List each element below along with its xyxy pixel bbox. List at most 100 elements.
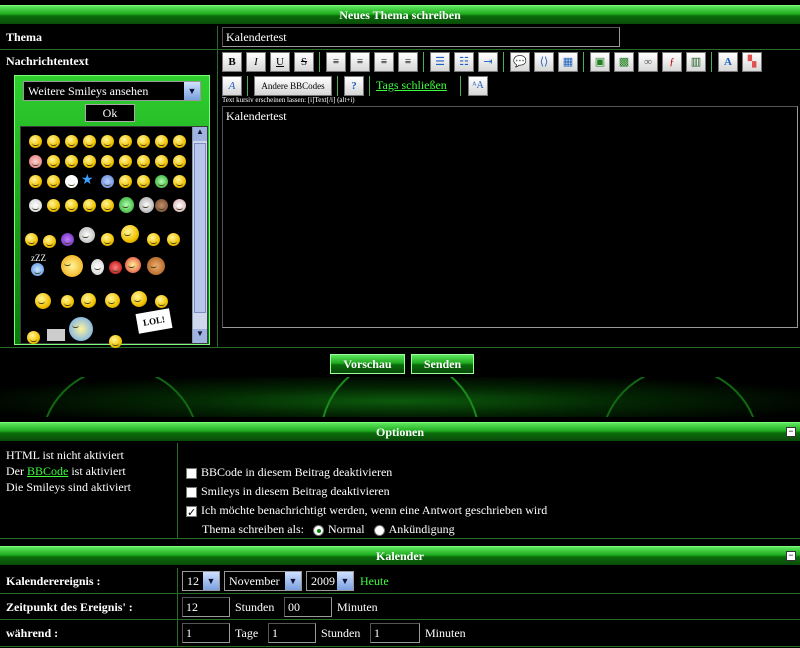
close-tags-link[interactable]: Tags schließen (376, 78, 447, 93)
smiley-icon[interactable] (29, 155, 42, 168)
smiley-icon[interactable] (81, 293, 96, 308)
smiley-icon[interactable] (65, 135, 78, 148)
smiley-icon[interactable] (101, 199, 114, 212)
year-select[interactable]: 2009 ▼ (306, 571, 354, 591)
smiley-icon[interactable] (47, 199, 60, 212)
smiley-icon[interactable] (155, 199, 168, 212)
options-collapse-icon[interactable]: − (786, 427, 796, 437)
align-center-icon[interactable]: ≡ (350, 52, 370, 72)
smiley-icon[interactable] (27, 331, 40, 344)
quote-icon[interactable]: 💬 (510, 52, 530, 72)
smiley-select[interactable]: Weitere Smileys ansehen ▼ (23, 81, 201, 101)
picture-icon[interactable]: ▩ (614, 52, 634, 72)
smiley-icon[interactable] (31, 263, 44, 276)
help-icon[interactable]: ? (344, 76, 364, 96)
smiley-icon[interactable] (173, 155, 186, 168)
sleeping-smiley-icon[interactable]: zZZ (31, 253, 46, 263)
smiley-icon[interactable] (29, 175, 42, 188)
thema-input[interactable] (222, 27, 620, 47)
smiley-icon[interactable] (79, 227, 95, 243)
smiley-icon[interactable] (137, 155, 150, 168)
smiley-icon[interactable] (101, 135, 114, 148)
today-link[interactable]: Heute (360, 574, 389, 589)
smiley-icon[interactable] (29, 135, 42, 148)
flash-icon[interactable]: ƒ (662, 52, 682, 72)
send-button[interactable]: Senden (411, 354, 474, 374)
option-notify[interactable]: Ich möchte benachrichtigt werden, wenn e… (186, 501, 547, 523)
smiley-icon[interactable] (109, 335, 122, 348)
smiley-icon[interactable] (119, 175, 132, 188)
align-left-icon[interactable]: ≡ (326, 52, 346, 72)
smiley-icon[interactable] (61, 233, 74, 246)
smiley-icon[interactable] (119, 155, 132, 168)
smiley-icon[interactable] (121, 225, 139, 243)
table-icon[interactable]: ▦ (558, 52, 578, 72)
link-icon[interactable]: ∞ (638, 52, 658, 72)
smiley-icon[interactable] (155, 175, 168, 188)
smiley-icon[interactable] (29, 199, 42, 212)
scroll-down-icon[interactable]: ▼ (193, 329, 207, 343)
smiley-icon[interactable] (131, 291, 147, 307)
event-minutes-input[interactable] (284, 597, 332, 617)
bbcode-link[interactable]: BBCode (27, 464, 68, 478)
smiley-icon[interactable] (47, 175, 60, 188)
santa-smiley-icon[interactable] (125, 257, 141, 273)
smiley-scrollbar[interactable]: ▲ ▼ (192, 127, 207, 343)
smiley-icon[interactable] (109, 261, 122, 274)
sun-smiley-icon[interactable] (61, 255, 83, 277)
bunny-smiley-icon[interactable] (91, 259, 104, 275)
smiley-icon[interactable] (65, 199, 78, 212)
align-right-icon[interactable]: ≡ (374, 52, 394, 72)
smiley-icon[interactable] (137, 135, 150, 148)
smiley-icon[interactable] (65, 175, 78, 188)
smiley-icon[interactable] (101, 175, 114, 188)
smiley-icon[interactable] (101, 233, 114, 246)
bold-button[interactable]: B (222, 52, 242, 72)
flower-smiley-icon[interactable] (69, 317, 93, 341)
event-hours-input[interactable] (182, 597, 230, 617)
preview-button[interactable]: Vorschau (330, 354, 405, 374)
smiley-icon[interactable] (35, 293, 51, 309)
more-bbcodes-button[interactable]: Andere BBCodes (254, 76, 332, 96)
code-icon[interactable]: ⟨⟩ (534, 52, 554, 72)
smiley-icon[interactable] (173, 199, 186, 212)
font-size-toggle-icon[interactable]: ᴬA (468, 76, 488, 96)
font-icon[interactable]: A (222, 76, 242, 96)
underline-button[interactable]: U (270, 52, 290, 72)
image-icon[interactable]: ▣ (590, 52, 610, 72)
color-palette-icon[interactable]: ▚ (742, 52, 762, 72)
smiley-icon[interactable] (119, 197, 134, 213)
italic-button[interactable]: I (246, 52, 266, 72)
smiley-icon[interactable] (65, 155, 78, 168)
smiley-ok-button[interactable]: Ok (85, 104, 135, 122)
smiley-icon[interactable] (119, 135, 132, 148)
smiley-icon[interactable] (167, 233, 180, 246)
smiley-icon[interactable] (25, 233, 38, 246)
smiley-icon[interactable] (173, 135, 186, 148)
numbered-list-icon[interactable]: ☷ (454, 52, 474, 72)
smiley-icon[interactable] (147, 233, 160, 246)
checkbox-checked[interactable] (186, 504, 197, 523)
duration-hours-input[interactable] (268, 623, 316, 643)
smiley-icon[interactable] (47, 155, 60, 168)
smiley-icon[interactable] (173, 175, 186, 188)
checkbox[interactable] (186, 467, 197, 479)
smiley-icon[interactable] (139, 197, 154, 213)
scroll-up-icon[interactable]: ▲ (193, 127, 207, 141)
smiley-icon[interactable] (47, 329, 65, 341)
smiley-icon[interactable] (47, 135, 60, 148)
smiley-icon[interactable] (83, 155, 96, 168)
scroll-thumb[interactable] (194, 143, 206, 313)
align-justify-icon[interactable]: ≡ (398, 52, 418, 72)
indent-icon[interactable]: ⇥ (478, 52, 498, 72)
star-icon[interactable]: ★ (81, 172, 94, 189)
smiley-icon[interactable] (43, 235, 56, 248)
smiley-icon[interactable] (83, 199, 96, 212)
smiley-icon[interactable] (155, 295, 168, 308)
smiley-icon[interactable] (137, 175, 150, 188)
video-icon[interactable]: ▥ (686, 52, 706, 72)
duration-days-input[interactable] (182, 623, 230, 643)
day-select[interactable]: 12 ▼ (182, 571, 220, 591)
calendar-collapse-icon[interactable]: − (786, 551, 796, 561)
month-select[interactable]: November ▼ (224, 571, 302, 591)
